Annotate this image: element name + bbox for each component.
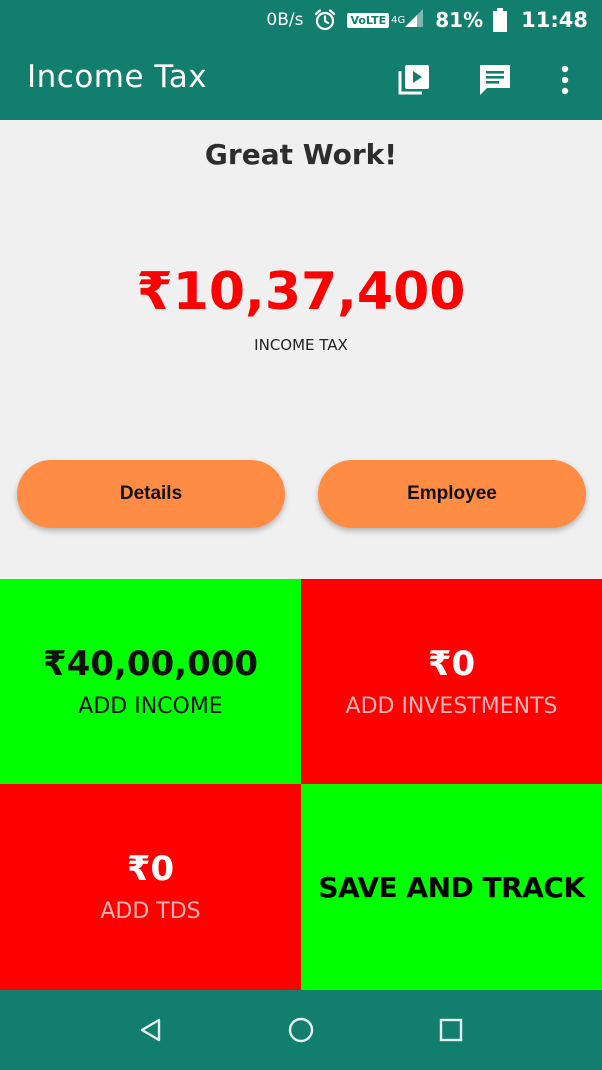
- add-income-tile[interactable]: ₹40,00,000 ADD INCOME: [0, 579, 301, 784]
- add-tds-label: ADD TDS: [100, 899, 201, 924]
- app-screen: 0B/s VoLTE 4G 81% 11:48 Income Tax Great…: [0, 0, 602, 1070]
- volte-badge: VoLTE: [347, 12, 390, 28]
- save-and-track-label: SAVE AND TRACK: [318, 870, 585, 904]
- tds-value: ₹0: [126, 849, 175, 889]
- net-speed: 0B/s: [266, 10, 304, 30]
- home-icon[interactable]: [281, 1010, 321, 1050]
- income-value: ₹40,00,000: [42, 643, 259, 684]
- add-investments-tile[interactable]: ₹0 ADD INVESTMENTS: [301, 579, 602, 784]
- chat-icon[interactable]: [475, 60, 515, 100]
- recents-icon[interactable]: [431, 1010, 471, 1050]
- battery-icon: [493, 8, 508, 32]
- add-income-label: ADD INCOME: [78, 693, 223, 719]
- more-vert-icon[interactable]: [545, 60, 585, 100]
- back-icon[interactable]: [131, 1010, 171, 1050]
- battery-percent: 81%: [435, 8, 484, 32]
- add-tds-tile[interactable]: ₹0 ADD TDS: [0, 784, 301, 990]
- income-tax-label: INCOME TAX: [254, 336, 348, 354]
- income-tax-amount: ₹10,37,400: [136, 262, 466, 322]
- save-and-track-tile[interactable]: SAVE AND TRACK: [301, 784, 602, 990]
- app-title: Income Tax: [27, 59, 208, 95]
- status-bar: 0B/s VoLTE 4G 81% 11:48: [0, 0, 602, 40]
- alarm-icon: [313, 8, 337, 32]
- employee-button[interactable]: Employee: [318, 460, 586, 528]
- headline: Great Work!: [204, 138, 398, 171]
- add-investments-label: ADD INVESTMENTS: [345, 693, 558, 719]
- app-bar: Income Tax: [0, 40, 602, 120]
- video-library-icon[interactable]: [394, 60, 434, 100]
- signal-icon: [403, 7, 425, 34]
- navigation-bar: [0, 990, 602, 1070]
- investments-value: ₹0: [427, 643, 476, 684]
- details-button[interactable]: Details: [17, 460, 285, 528]
- clock: 11:48: [521, 8, 588, 32]
